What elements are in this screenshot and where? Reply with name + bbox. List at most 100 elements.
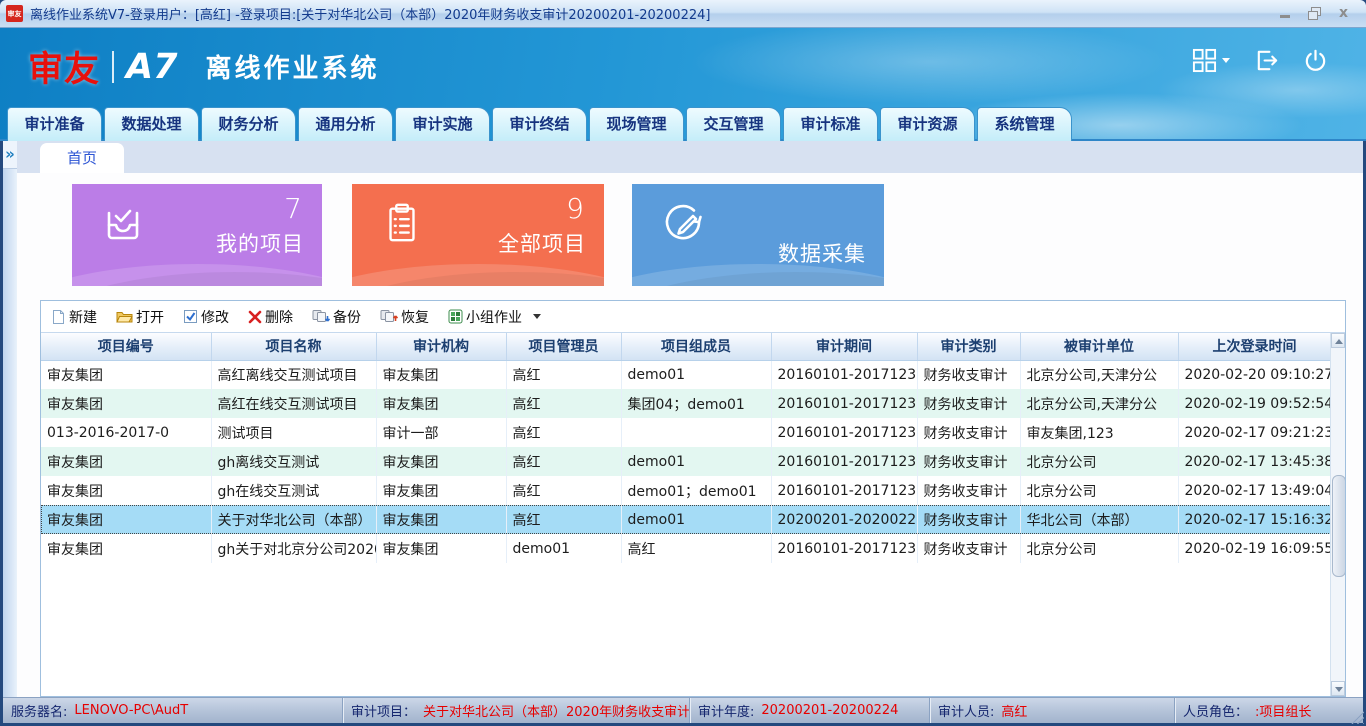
nav-tab[interactable]: 审计终结 bbox=[492, 107, 587, 141]
toolbar-button[interactable]: 修改 bbox=[183, 307, 229, 327]
table-cell: 高红 bbox=[506, 505, 621, 534]
my-projects-card[interactable]: 7 我的项目 bbox=[72, 184, 322, 286]
scroll-up-icon[interactable] bbox=[1331, 333, 1345, 348]
projects-table: 项目编号项目名称审计机构项目管理员项目组成员审计期间审计类别被审计单位上次登录时… bbox=[41, 333, 1332, 563]
toolbar-button[interactable]: 新建 bbox=[51, 307, 97, 327]
table-cell: 测试项目 bbox=[211, 418, 376, 447]
table-cell: 审友集团 bbox=[376, 534, 506, 563]
toolbar-button[interactable]: 删除 bbox=[248, 307, 293, 327]
column-header[interactable]: 项目编号 bbox=[41, 333, 211, 360]
nav-tab[interactable]: 财务分析 bbox=[201, 107, 296, 141]
toolbar-button[interactable]: 备份 bbox=[312, 307, 361, 327]
table-row[interactable]: 013-2016-2017-0测试项目审计一部高红20160101-201712… bbox=[41, 418, 1331, 447]
nav-tab[interactable]: 数据处理 bbox=[104, 107, 199, 141]
table-cell: 北京分公司 bbox=[1020, 534, 1178, 563]
toolbar-button-label: 恢复 bbox=[401, 307, 429, 327]
my-projects-count: 7 bbox=[284, 192, 302, 225]
column-header[interactable]: 审计类别 bbox=[917, 333, 1020, 360]
table-cell: 审友集团 bbox=[41, 534, 211, 563]
statusbar-value: 关于对华北公司（本部）2020年财务收支审计(项目编号:审友集团-2020-01… bbox=[423, 701, 690, 720]
toolbar-button[interactable]: 恢复 bbox=[380, 307, 429, 327]
vertical-scrollbar[interactable] bbox=[1330, 333, 1345, 696]
table-cell: 2020-02-19 16:09:55 bbox=[1178, 534, 1331, 563]
close-icon[interactable]: x bbox=[1337, 7, 1350, 20]
table-cell: 审友集团 bbox=[376, 505, 506, 534]
app-header: 审友 A7 离线作业系统 审计准备数据处理财务分析通用分析审计实施审计终结现场管… bbox=[0, 28, 1366, 141]
all-projects-card[interactable]: 9 全部项目 bbox=[352, 184, 604, 286]
table-cell: 20160101-2017123 bbox=[771, 389, 917, 418]
restore-icon bbox=[380, 309, 398, 324]
dropdown-arrow-icon[interactable] bbox=[533, 314, 541, 319]
column-header[interactable]: 被审计单位 bbox=[1020, 333, 1178, 360]
restore-icon[interactable] bbox=[1308, 7, 1321, 20]
inbox-check-icon bbox=[100, 200, 146, 250]
scrollbar-thumb[interactable] bbox=[1332, 475, 1345, 577]
table-cell: demo01 bbox=[621, 360, 771, 389]
expand-sidebar-button[interactable]: » bbox=[3, 141, 17, 169]
brand-separator bbox=[112, 51, 114, 83]
nav-tab[interactable]: 系统管理 bbox=[977, 107, 1072, 141]
nav-tab[interactable]: 审计标准 bbox=[783, 107, 878, 141]
minimize-icon[interactable] bbox=[1279, 7, 1292, 20]
projects-table-zone: 项目编号项目名称审计机构项目管理员项目组成员审计期间审计类别被审计单位上次登录时… bbox=[41, 333, 1345, 696]
table-cell: 审友集团 bbox=[376, 476, 506, 505]
brand-system-name: 离线作业系统 bbox=[205, 48, 379, 85]
table-cell: 北京分公司 bbox=[1020, 447, 1178, 476]
table-cell: 财务收支审计 bbox=[917, 505, 1020, 534]
toolbar-button-label: 删除 bbox=[265, 307, 293, 327]
apps-grid-icon[interactable] bbox=[1192, 48, 1230, 73]
table-row[interactable]: 审友集团gh关于对北京分公司2020审友集团demo01高红20160101-2… bbox=[41, 534, 1331, 563]
statusbar-item: 审计年度:20200201-20200224 bbox=[690, 698, 930, 723]
table-row[interactable]: 审友集团高红离线交互测试项目审友集团高红demo0120160101-20171… bbox=[41, 360, 1331, 389]
nav-tab[interactable]: 审计准备 bbox=[7, 107, 102, 141]
main-content: 7 我的项目 9 全部项目 数据采集 新建打开修改 删除备份 恢复 小组作业 bbox=[3, 173, 1363, 697]
toolbar-button[interactable]: 打开 bbox=[116, 307, 164, 327]
nav-tab[interactable]: 现场管理 bbox=[589, 107, 684, 141]
table-row[interactable]: 审友集团高红在线交互测试项目审友集团高红集团04；demo0120160101-… bbox=[41, 389, 1331, 418]
table-header-row: 项目编号项目名称审计机构项目管理员项目组成员审计期间审计类别被审计单位上次登录时… bbox=[41, 333, 1331, 360]
statusbar: 服务器名:LENOVO-PC\AudT审计项目：关于对华北公司（本部）2020年… bbox=[3, 697, 1363, 723]
table-cell: 2020-02-20 09:10:27 bbox=[1178, 360, 1331, 389]
tab-home[interactable]: 首页 bbox=[40, 143, 124, 173]
toolbar-button-label: 小组作业 bbox=[466, 307, 522, 327]
table-row[interactable]: 审友集团gh在线交互测试审友集团高红demo01；demo0120160101-… bbox=[41, 476, 1331, 505]
power-icon[interactable] bbox=[1303, 48, 1328, 73]
column-header[interactable]: 项目管理员 bbox=[506, 333, 621, 360]
header-icons bbox=[1192, 48, 1328, 73]
nav-tab[interactable]: 审计资源 bbox=[880, 107, 975, 141]
table-row[interactable]: 审友集团gh离线交互测试审友集团高红demo0120160101-2017123… bbox=[41, 447, 1331, 476]
table-cell: 高红 bbox=[506, 360, 621, 389]
column-header[interactable]: 审计期间 bbox=[771, 333, 917, 360]
nav-tab[interactable]: 通用分析 bbox=[298, 107, 393, 141]
column-header[interactable]: 审计机构 bbox=[376, 333, 506, 360]
statusbar-item: 人员角色：:项目组长 bbox=[1175, 698, 1363, 723]
table-cell: 高红 bbox=[506, 447, 621, 476]
toolbar-button[interactable]: 小组作业 bbox=[448, 307, 541, 327]
table-cell: demo01 bbox=[506, 534, 621, 563]
table-row[interactable]: 审友集团关于对华北公司（本部）审友集团高红demo0120200201-2020… bbox=[41, 505, 1331, 534]
logout-icon[interactable] bbox=[1254, 48, 1279, 73]
all-projects-count: 9 bbox=[566, 192, 584, 225]
nav-tab[interactable]: 审计实施 bbox=[395, 107, 490, 141]
column-header[interactable]: 项目组成员 bbox=[621, 333, 771, 360]
column-header[interactable]: 上次登录时间 bbox=[1178, 333, 1331, 360]
data-collection-card[interactable]: 数据采集 bbox=[632, 184, 884, 286]
window-controls: x bbox=[1279, 7, 1350, 20]
table-cell bbox=[621, 418, 771, 447]
nav-tab[interactable]: 交互管理 bbox=[686, 107, 781, 141]
table-cell: 2020-02-17 15:16:32 bbox=[1178, 505, 1331, 534]
table-cell: 北京分公司,天津分公 bbox=[1020, 389, 1178, 418]
scroll-down-icon[interactable] bbox=[1331, 681, 1345, 696]
column-header[interactable]: 项目名称 bbox=[211, 333, 376, 360]
table-cell: 审友集团 bbox=[41, 360, 211, 389]
statusbar-label: 审计项目： bbox=[351, 701, 416, 720]
chevron-down-icon bbox=[1222, 58, 1230, 63]
page-tab-strip: 首页 bbox=[3, 141, 1363, 173]
table-cell: 20160101-2017123 bbox=[771, 447, 917, 476]
all-projects-label: 全部项目 bbox=[498, 228, 586, 258]
table-cell: 2020-02-17 13:45:38 bbox=[1178, 447, 1331, 476]
table-cell: 集团04；demo01 bbox=[621, 389, 771, 418]
statusbar-value: 高红 bbox=[1001, 701, 1027, 720]
table-cell: 20160101-2017123 bbox=[771, 476, 917, 505]
table-cell: 审友集团 bbox=[376, 360, 506, 389]
